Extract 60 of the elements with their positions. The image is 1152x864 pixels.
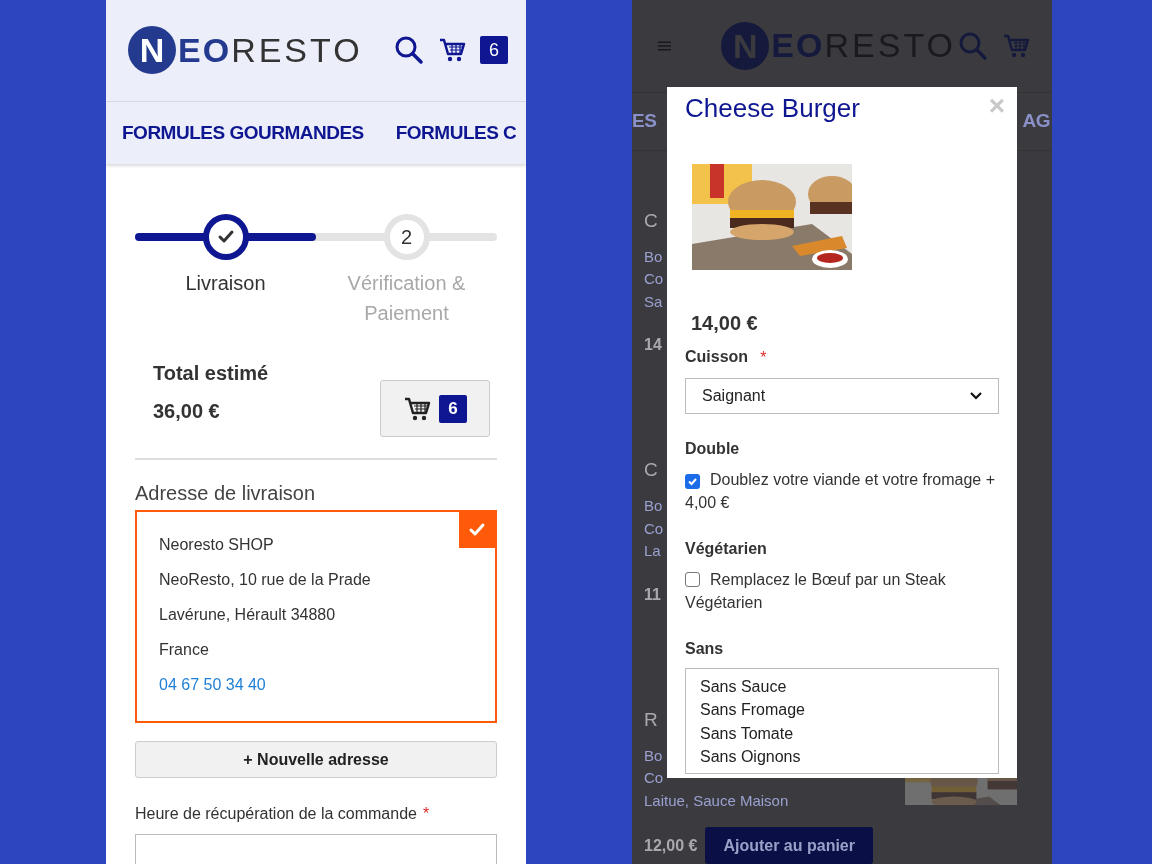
sans-listbox[interactable]: Sans Sauce Sans Fromage Sans Tomate Sans Oignons — [685, 668, 999, 774]
logo[interactable]: N EORESTO — [128, 24, 363, 76]
dish-description: La — [644, 541, 661, 561]
category-link[interactable]: FORMULES C — [395, 118, 517, 148]
pickup-time-field[interactable] — [135, 834, 497, 864]
selected-check-icon — [459, 512, 495, 549]
total-label: Total estimé — [153, 361, 269, 387]
address-line: France — [159, 640, 210, 661]
cuisson-select[interactable]: Saignant — [685, 378, 999, 414]
option-label: Sans — [685, 639, 724, 659]
list-option[interactable]: Sans Oignons — [700, 744, 984, 769]
option-label: Cuisson — [685, 347, 749, 367]
search-icon[interactable] — [394, 35, 424, 66]
address-heading: Adresse de livraison — [135, 481, 317, 507]
product-price: 14,00 € — [691, 311, 759, 336]
list-option[interactable]: Sans Fromage — [700, 698, 984, 722]
checkbox[interactable] — [685, 572, 700, 587]
dish-description: Sa — [644, 291, 663, 312]
option-label: Végétarien — [685, 539, 767, 559]
dish-price: 11 — [644, 584, 661, 605]
required-mark: * — [422, 804, 430, 825]
dish-description: Bo — [644, 745, 663, 766]
address-line: Neoresto SHOP — [159, 535, 275, 556]
address-line: NeoResto, 10 rue de la Prade — [159, 570, 372, 591]
dish-description: Co — [644, 269, 664, 289]
new-address-button[interactable]: + Nouvelle adresse — [135, 741, 497, 779]
dish-title: C — [644, 208, 658, 233]
modal-title: Cheese Burger — [685, 92, 860, 125]
dish-price: 14 — [644, 335, 662, 355]
dish-title: C — [644, 458, 658, 482]
category-link[interactable]: AG — [1022, 106, 1050, 136]
step-label: Vérification & Paiement — [346, 271, 467, 327]
dish-description: Laitue, Sauce Maison — [644, 790, 789, 811]
checkbox[interactable] — [685, 474, 700, 489]
checkbox-option[interactable]: Doublez votre viande et votre fromage + 4,00 € — [685, 468, 999, 514]
address-line: Lavérune, Hérault 34880 — [159, 605, 337, 626]
category-link[interactable]: FORMULES GOURMANDES — [122, 118, 364, 148]
check-icon — [687, 476, 698, 487]
dish-price: 12,00 € — [644, 835, 698, 856]
category-link[interactable]: ES — [632, 106, 657, 136]
option-label: Double — [685, 439, 740, 459]
dish-description: Co — [644, 518, 664, 539]
chevron-down-icon — [970, 392, 982, 400]
required-mark: * — [760, 348, 767, 368]
address-card[interactable]: Neoresto SHOP NeoResto, 10 rue de la Prade Lavérune, Hérault 34880 France 04 67 50 34 40 — [135, 510, 497, 724]
cart-button[interactable]: 6 — [380, 380, 490, 438]
phone-link[interactable]: 04 67 50 34 40 — [159, 674, 473, 696]
dish-description: Bo — [644, 496, 663, 516]
pickup-time-label: Heure de récupération de la commande — [135, 804, 417, 825]
step-label: Livraison — [184, 271, 267, 297]
dish-title: R — [644, 707, 658, 732]
checkbox-option[interactable]: Remplacez le Bœuf par un Steak Végétarien — [685, 568, 999, 614]
total-amount: 36,00 € — [153, 399, 221, 425]
list-option[interactable]: Sans Sauce — [700, 675, 984, 699]
list-option[interactable]: Sans Tomate — [700, 721, 984, 745]
add-to-cart-button[interactable]: Ajouter au panier — [705, 827, 873, 864]
cart-count-badge: 6 — [480, 36, 508, 65]
dish-description: Co — [644, 768, 664, 788]
cart-count-badge: 6 — [439, 394, 467, 423]
dish-description: Bo — [644, 246, 663, 267]
